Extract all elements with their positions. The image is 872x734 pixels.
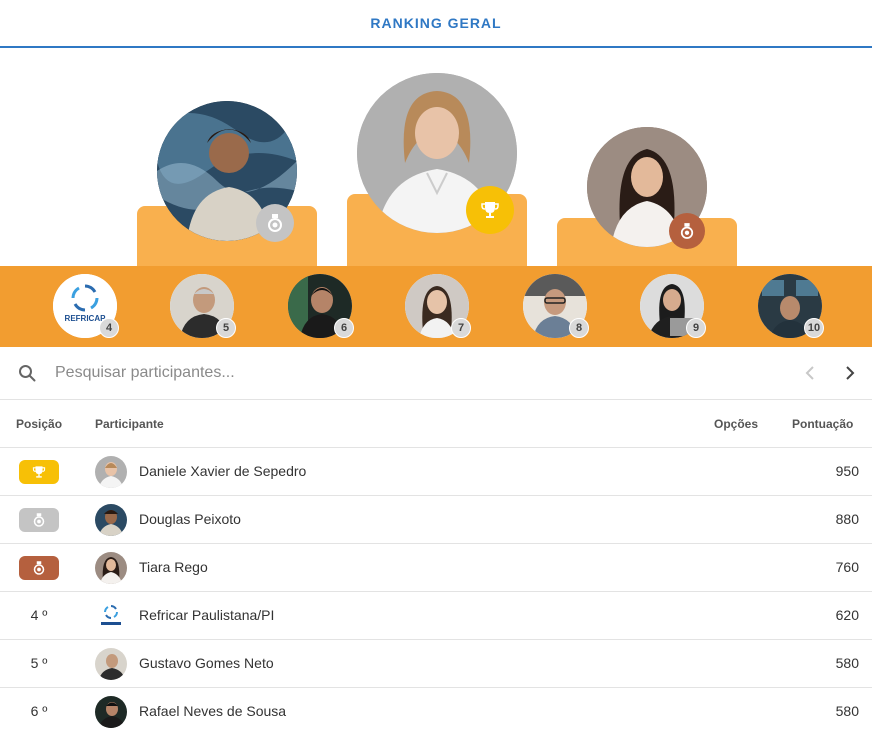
silver-badge [19,508,59,532]
avatar [95,552,127,584]
next-page-button[interactable] [838,361,862,385]
runner-up-strip: REFRICAP 4 5 6 7 8 9 10 [0,266,872,347]
podium [0,48,872,266]
rank-number: 10 [804,318,824,338]
strip-item-7[interactable]: 7 [405,274,471,338]
page-title: RANKING GERAL [370,15,502,31]
participant-name: Douglas Peixoto [139,511,241,527]
gold-trophy-badge [466,186,514,234]
medal-icon [268,214,282,232]
chevron-left-icon [805,366,814,380]
rank-number: 7 [451,318,471,338]
participant-name: Rafael Neves de Sousa [139,703,287,719]
rank-number: 5 [216,318,236,338]
chevron-right-icon [846,366,855,380]
page-header: RANKING GERAL [0,0,872,48]
col-score-header[interactable]: Pontuação [792,417,853,431]
participant-name: Daniele Xavier de Sepedro [139,463,307,479]
avatar [95,648,127,680]
avatar [95,600,127,632]
trophy-icon [481,202,499,218]
participant-score: 760 [835,559,859,575]
position-text: 5 º [30,655,48,671]
table-header: Posição Participante Opções Pontuação [0,400,872,448]
position-text: 4 º [30,607,48,623]
table-row[interactable]: Daniele Xavier de Sepedro 950 [0,448,872,496]
strip-item-10[interactable]: 10 [758,274,824,338]
participant-name: Tiara Rego [139,559,208,575]
avatar [95,504,127,536]
search-input[interactable] [55,359,655,387]
col-position-header[interactable]: Posição [16,417,62,431]
search-icon [19,365,36,382]
rank-number: 9 [686,318,706,338]
bronze-badge [19,556,59,580]
bronze-medal-badge [669,213,705,249]
participant-score: 580 [835,703,859,719]
gold-badge [19,460,59,484]
search-bar [0,347,872,400]
col-participant-header[interactable]: Participante [95,417,164,431]
table-row[interactable]: Douglas Peixoto 880 [0,496,872,544]
table-row[interactable]: Tiara Rego 760 [0,544,872,592]
rank-number: 4 [99,318,119,338]
strip-item-5[interactable]: 5 [170,274,236,338]
strip-item-8[interactable]: 8 [523,274,589,338]
medal-icon [680,223,694,239]
trophy-icon [32,466,46,478]
rank-number: 6 [334,318,354,338]
position-text: 6 º [30,703,48,719]
table-row[interactable]: 4 º Refricar Paulistana/PI 620 [0,592,872,640]
participant-score: 580 [835,655,859,671]
medal-icon [33,513,45,527]
table-row[interactable]: 5 º Gustavo Gomes Neto 580 [0,640,872,688]
prev-page-button[interactable] [798,361,822,385]
strip-item-6[interactable]: 6 [288,274,354,338]
avatar [95,456,127,488]
silver-medal-badge [256,204,294,242]
participant-name: Refricar Paulistana/PI [139,607,275,623]
col-options-header: Opções [714,417,759,431]
rank-number: 8 [569,318,589,338]
strip-item-9[interactable]: 9 [640,274,706,338]
medal-icon [33,561,45,575]
table-row[interactable]: 6 º Rafael Neves de Sousa 580 [0,688,872,734]
participant-score: 620 [835,607,859,623]
participant-name: Gustavo Gomes Neto [139,655,274,671]
participant-score: 950 [835,463,859,479]
strip-item-4[interactable]: REFRICAP 4 [53,274,119,338]
avatar [95,696,127,728]
participant-score: 880 [835,511,859,527]
